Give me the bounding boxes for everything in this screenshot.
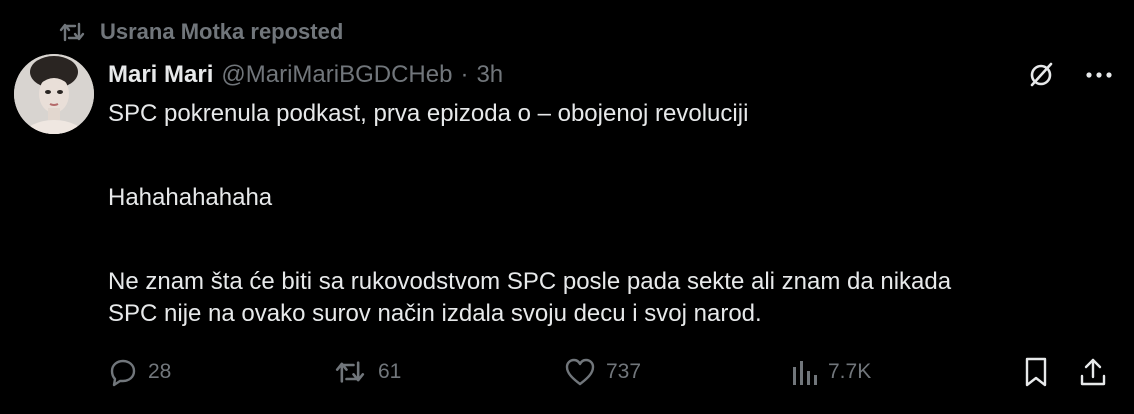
repost-icon [335,361,365,383]
tweet-line: SPC nije na ovako surov način izdala svo… [108,300,762,327]
grok-button[interactable] [1026,60,1056,90]
timestamp[interactable]: 3h [476,61,503,89]
bookmark-icon [1025,357,1047,387]
tweet-text: SPC pokrenula podkast, prva epizoda o – … [108,98,1108,330]
reply-icon [110,359,136,387]
tweet-line: Ne znam šta će biti sa rukovodstvom SPC … [108,268,952,295]
share-icon [1080,358,1106,386]
views-button[interactable]: 7.7K [790,352,871,392]
tweet-header: Mari Mari @MariMariBGDCHeb · 3h [108,58,503,92]
repost-count: 61 [378,360,402,383]
tweet-line: SPC pokrenula podkast, prva epizoda o – … [108,100,749,127]
repost-icon [59,22,85,42]
repost-indicator[interactable]: Usrana Motka reposted [58,18,343,46]
bookmark-button[interactable] [1022,352,1050,392]
author-handle[interactable]: @MariMariBGDCHeb [221,61,452,89]
repost-button[interactable]: 61 [332,352,401,392]
grok-icon [1030,62,1053,87]
tweet-line: Hahahahahaha [108,184,273,211]
separator-dot: · [460,61,469,88]
repost-label: Usrana Motka reposted [100,19,344,44]
reply-button[interactable]: 28 [108,352,171,392]
header-actions [1026,58,1112,92]
share-button[interactable] [1078,352,1108,392]
more-icon [1086,72,1112,78]
like-button[interactable]: 737 [564,352,641,392]
author-name[interactable]: Mari Mari [108,61,213,89]
action-bar: 28 61 737 7.7K [108,352,1112,392]
more-button[interactable] [1086,71,1112,79]
heart-icon [565,358,595,386]
reply-count: 28 [148,360,172,383]
avatar[interactable] [14,54,94,134]
view-count: 7.7K [828,360,872,383]
views-icon [793,361,817,385]
like-count: 737 [606,360,642,383]
